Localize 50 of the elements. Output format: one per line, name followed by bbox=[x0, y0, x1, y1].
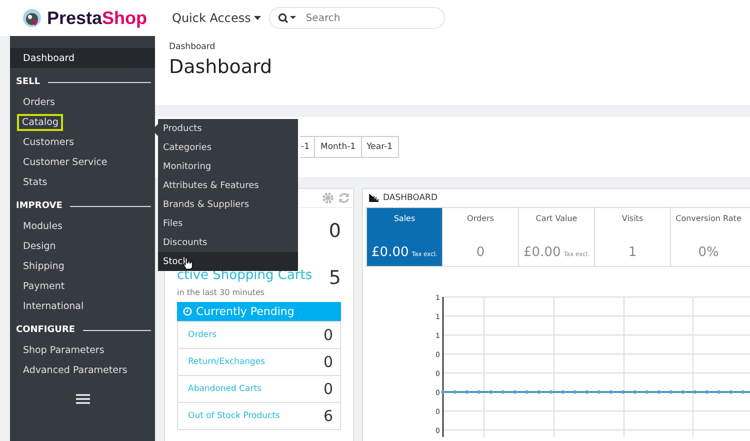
sidebar-item[interactable]: Stats bbox=[10, 172, 155, 192]
page-title: Dashboard bbox=[169, 56, 274, 78]
pending-count: 6 bbox=[323, 407, 333, 425]
sidebar-item[interactable]: Shop Parameters bbox=[10, 340, 155, 360]
date-button[interactable]: -1 bbox=[300, 136, 316, 158]
carts-note: in the last 30 minutes bbox=[177, 288, 266, 297]
submenu-item[interactable]: Monitoring bbox=[158, 157, 298, 176]
sidebar-item[interactable]: Customer Service bbox=[10, 152, 155, 172]
pending-header: Currently Pending bbox=[177, 302, 341, 321]
search-icon[interactable] bbox=[278, 13, 296, 23]
sidebar-item[interactable]: Customers bbox=[10, 132, 155, 152]
section-heading: IMPROVE bbox=[16, 201, 62, 211]
sidebar-item[interactable]: Dashboard bbox=[10, 48, 155, 68]
sidebar-item[interactable]: Shipping bbox=[10, 256, 155, 276]
submenu-item[interactable]: Discounts bbox=[158, 233, 298, 252]
pending-count: 0 bbox=[323, 326, 333, 344]
submenu-item[interactable]: Products bbox=[158, 119, 298, 138]
section-heading: SELL bbox=[16, 77, 40, 87]
kpi-tile[interactable]: Visits 1 bbox=[594, 208, 670, 266]
sidebar-item[interactable]: Design bbox=[10, 236, 155, 256]
search-field[interactable]: Search bbox=[268, 7, 445, 29]
sidebar-item[interactable]: International bbox=[10, 296, 155, 316]
quick-access-menu[interactable]: Quick Access bbox=[172, 11, 261, 25]
date-button[interactable]: Year-1 bbox=[360, 136, 399, 158]
pending-count: 0 bbox=[323, 380, 333, 398]
submenu-item[interactable]: Categories bbox=[158, 138, 298, 157]
logo-icon bbox=[22, 8, 42, 28]
carts-value: 5 bbox=[328, 268, 341, 288]
bar-chart-icon bbox=[369, 194, 379, 202]
pending-count: 0 bbox=[323, 353, 333, 371]
sidebar-item[interactable]: Orders bbox=[10, 92, 155, 112]
metric-value: 0 bbox=[328, 220, 341, 242]
breadcrumb[interactable]: Dashboard bbox=[169, 42, 736, 52]
date-button[interactable]: Month-1 bbox=[314, 136, 362, 158]
logo[interactable]: PrestaShop bbox=[0, 8, 158, 28]
menu-icon[interactable] bbox=[76, 394, 90, 404]
submenu-item[interactable]: Files bbox=[158, 214, 298, 233]
sidebar-item[interactable]: Payment bbox=[10, 276, 155, 296]
search-input[interactable]: Search bbox=[304, 12, 428, 24]
panel-title: DASHBOARD bbox=[383, 193, 438, 203]
sidebar-item[interactable]: Catalog bbox=[10, 112, 155, 132]
kpi-tile[interactable]: Orders 0 bbox=[442, 208, 518, 266]
sidebar-item[interactable]: Modules bbox=[10, 216, 155, 236]
kpi-tile[interactable]: Conversion Rate 0% bbox=[670, 208, 746, 266]
caret-icon bbox=[254, 16, 261, 20]
submenu-item[interactable]: Attributes & Features bbox=[158, 176, 298, 195]
section-heading: CONFIGURE bbox=[16, 325, 76, 335]
submenu-item[interactable]: Brands & Suppliers bbox=[158, 195, 298, 214]
clock-icon bbox=[183, 307, 192, 316]
sidebar-item[interactable]: Advanced Parameters bbox=[10, 360, 155, 380]
